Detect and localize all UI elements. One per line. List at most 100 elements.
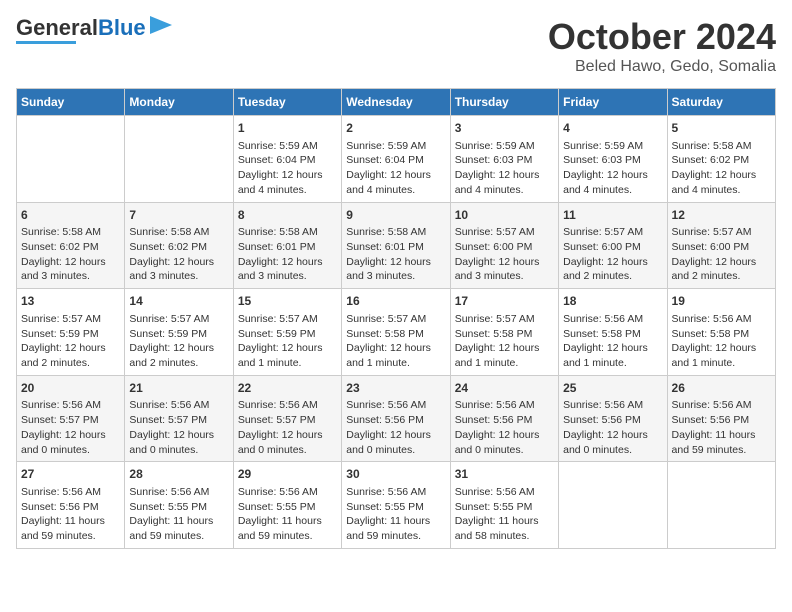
calendar-cell: 11 Sunrise: 5:57 AM Sunset: 6:00 PM Dayl… xyxy=(559,202,667,289)
sunrise-text: Sunrise: 5:59 AM xyxy=(238,140,318,152)
sunrise-text: Sunrise: 5:57 AM xyxy=(21,313,101,325)
sunset-text: Sunset: 6:04 PM xyxy=(346,154,424,166)
sunset-text: Sunset: 6:02 PM xyxy=(672,154,750,166)
calendar-cell: 26 Sunrise: 5:56 AM Sunset: 5:56 PM Dayl… xyxy=(667,375,775,462)
daylight-text: Daylight: 11 hours and 59 minutes. xyxy=(21,515,105,542)
day-number: 7 xyxy=(129,207,228,224)
day-number: 24 xyxy=(455,380,554,397)
calendar-cell: 4 Sunrise: 5:59 AM Sunset: 6:03 PM Dayli… xyxy=(559,116,667,203)
calendar-cell: 27 Sunrise: 5:56 AM Sunset: 5:56 PM Dayl… xyxy=(17,462,125,549)
calendar-cell: 13 Sunrise: 5:57 AM Sunset: 5:59 PM Dayl… xyxy=(17,289,125,376)
calendar-cell xyxy=(667,462,775,549)
sunrise-text: Sunrise: 5:57 AM xyxy=(455,313,535,325)
sunset-text: Sunset: 5:55 PM xyxy=(346,501,424,513)
calendar-cell: 17 Sunrise: 5:57 AM Sunset: 5:58 PM Dayl… xyxy=(450,289,558,376)
sunset-text: Sunset: 5:57 PM xyxy=(238,414,316,426)
daylight-text: Daylight: 11 hours and 58 minutes. xyxy=(455,515,539,542)
day-number: 12 xyxy=(672,207,771,224)
day-number: 21 xyxy=(129,380,228,397)
col-friday: Friday xyxy=(559,89,667,116)
sunrise-text: Sunrise: 5:57 AM xyxy=(129,313,209,325)
calendar-cell xyxy=(17,116,125,203)
day-number: 14 xyxy=(129,293,228,310)
calendar-cell: 12 Sunrise: 5:57 AM Sunset: 6:00 PM Dayl… xyxy=(667,202,775,289)
sunset-text: Sunset: 5:59 PM xyxy=(238,328,316,340)
sunset-text: Sunset: 5:56 PM xyxy=(563,414,641,426)
day-number: 18 xyxy=(563,293,662,310)
sunset-text: Sunset: 6:02 PM xyxy=(21,241,99,253)
sunset-text: Sunset: 6:01 PM xyxy=(238,241,316,253)
daylight-text: Daylight: 12 hours and 0 minutes. xyxy=(21,429,106,456)
logo-arrow-icon xyxy=(150,16,172,34)
daylight-text: Daylight: 12 hours and 0 minutes. xyxy=(346,429,431,456)
sunrise-text: Sunrise: 5:57 AM xyxy=(563,226,643,238)
calendar-week-row: 1 Sunrise: 5:59 AM Sunset: 6:04 PM Dayli… xyxy=(17,116,776,203)
day-number: 30 xyxy=(346,466,445,483)
sunset-text: Sunset: 5:56 PM xyxy=(455,414,533,426)
calendar-cell: 14 Sunrise: 5:57 AM Sunset: 5:59 PM Dayl… xyxy=(125,289,233,376)
calendar-cell: 2 Sunrise: 5:59 AM Sunset: 6:04 PM Dayli… xyxy=(342,116,450,203)
sunset-text: Sunset: 6:03 PM xyxy=(563,154,641,166)
daylight-text: Daylight: 12 hours and 3 minutes. xyxy=(129,256,214,283)
calendar-cell: 19 Sunrise: 5:56 AM Sunset: 5:58 PM Dayl… xyxy=(667,289,775,376)
daylight-text: Daylight: 12 hours and 1 minute. xyxy=(563,342,648,369)
calendar-cell xyxy=(559,462,667,549)
calendar-cell: 21 Sunrise: 5:56 AM Sunset: 5:57 PM Dayl… xyxy=(125,375,233,462)
sunrise-text: Sunrise: 5:58 AM xyxy=(238,226,318,238)
sunrise-text: Sunrise: 5:56 AM xyxy=(455,486,535,498)
sunset-text: Sunset: 5:55 PM xyxy=(129,501,207,513)
sunset-text: Sunset: 5:58 PM xyxy=(672,328,750,340)
col-tuesday: Tuesday xyxy=(233,89,341,116)
calendar-cell: 15 Sunrise: 5:57 AM Sunset: 5:59 PM Dayl… xyxy=(233,289,341,376)
daylight-text: Daylight: 11 hours and 59 minutes. xyxy=(672,429,756,456)
day-number: 26 xyxy=(672,380,771,397)
daylight-text: Daylight: 12 hours and 3 minutes. xyxy=(21,256,106,283)
col-sunday: Sunday xyxy=(17,89,125,116)
sunrise-text: Sunrise: 5:56 AM xyxy=(129,399,209,411)
calendar-cell: 23 Sunrise: 5:56 AM Sunset: 5:56 PM Dayl… xyxy=(342,375,450,462)
sunrise-text: Sunrise: 5:57 AM xyxy=(346,313,426,325)
calendar-cell: 20 Sunrise: 5:56 AM Sunset: 5:57 PM Dayl… xyxy=(17,375,125,462)
daylight-text: Daylight: 12 hours and 0 minutes. xyxy=(238,429,323,456)
sunrise-text: Sunrise: 5:56 AM xyxy=(21,486,101,498)
daylight-text: Daylight: 11 hours and 59 minutes. xyxy=(346,515,430,542)
daylight-text: Daylight: 11 hours and 59 minutes. xyxy=(129,515,213,542)
calendar-table: Sunday Monday Tuesday Wednesday Thursday… xyxy=(16,88,776,549)
calendar-cell: 6 Sunrise: 5:58 AM Sunset: 6:02 PM Dayli… xyxy=(17,202,125,289)
day-number: 19 xyxy=(672,293,771,310)
calendar-cell: 8 Sunrise: 5:58 AM Sunset: 6:01 PM Dayli… xyxy=(233,202,341,289)
calendar-cell: 24 Sunrise: 5:56 AM Sunset: 5:56 PM Dayl… xyxy=(450,375,558,462)
sunrise-text: Sunrise: 5:57 AM xyxy=(238,313,318,325)
daylight-text: Daylight: 12 hours and 4 minutes. xyxy=(346,169,431,196)
sunset-text: Sunset: 5:59 PM xyxy=(129,328,207,340)
sunset-text: Sunset: 5:59 PM xyxy=(21,328,99,340)
daylight-text: Daylight: 12 hours and 2 minutes. xyxy=(21,342,106,369)
sunset-text: Sunset: 5:55 PM xyxy=(238,501,316,513)
calendar-week-row: 20 Sunrise: 5:56 AM Sunset: 5:57 PM Dayl… xyxy=(17,375,776,462)
daylight-text: Daylight: 12 hours and 2 minutes. xyxy=(672,256,757,283)
col-thursday: Thursday xyxy=(450,89,558,116)
day-number: 31 xyxy=(455,466,554,483)
calendar-week-row: 27 Sunrise: 5:56 AM Sunset: 5:56 PM Dayl… xyxy=(17,462,776,549)
calendar-cell xyxy=(125,116,233,203)
sunrise-text: Sunrise: 5:56 AM xyxy=(346,486,426,498)
daylight-text: Daylight: 12 hours and 1 minute. xyxy=(346,342,431,369)
col-wednesday: Wednesday xyxy=(342,89,450,116)
daylight-text: Daylight: 12 hours and 2 minutes. xyxy=(129,342,214,369)
sunrise-text: Sunrise: 5:56 AM xyxy=(563,313,643,325)
day-number: 25 xyxy=(563,380,662,397)
sunset-text: Sunset: 5:56 PM xyxy=(21,501,99,513)
day-number: 8 xyxy=(238,207,337,224)
sunrise-text: Sunrise: 5:56 AM xyxy=(672,399,752,411)
calendar-cell: 7 Sunrise: 5:58 AM Sunset: 6:02 PM Dayli… xyxy=(125,202,233,289)
calendar-cell: 10 Sunrise: 5:57 AM Sunset: 6:00 PM Dayl… xyxy=(450,202,558,289)
sunrise-text: Sunrise: 5:57 AM xyxy=(672,226,752,238)
daylight-text: Daylight: 12 hours and 4 minutes. xyxy=(672,169,757,196)
calendar-cell: 3 Sunrise: 5:59 AM Sunset: 6:03 PM Dayli… xyxy=(450,116,558,203)
daylight-text: Daylight: 12 hours and 0 minutes. xyxy=(455,429,540,456)
sunrise-text: Sunrise: 5:56 AM xyxy=(346,399,426,411)
col-monday: Monday xyxy=(125,89,233,116)
title-section: October 2024 Beled Hawo, Gedo, Somalia xyxy=(548,16,776,76)
day-number: 9 xyxy=(346,207,445,224)
sunset-text: Sunset: 5:58 PM xyxy=(563,328,641,340)
